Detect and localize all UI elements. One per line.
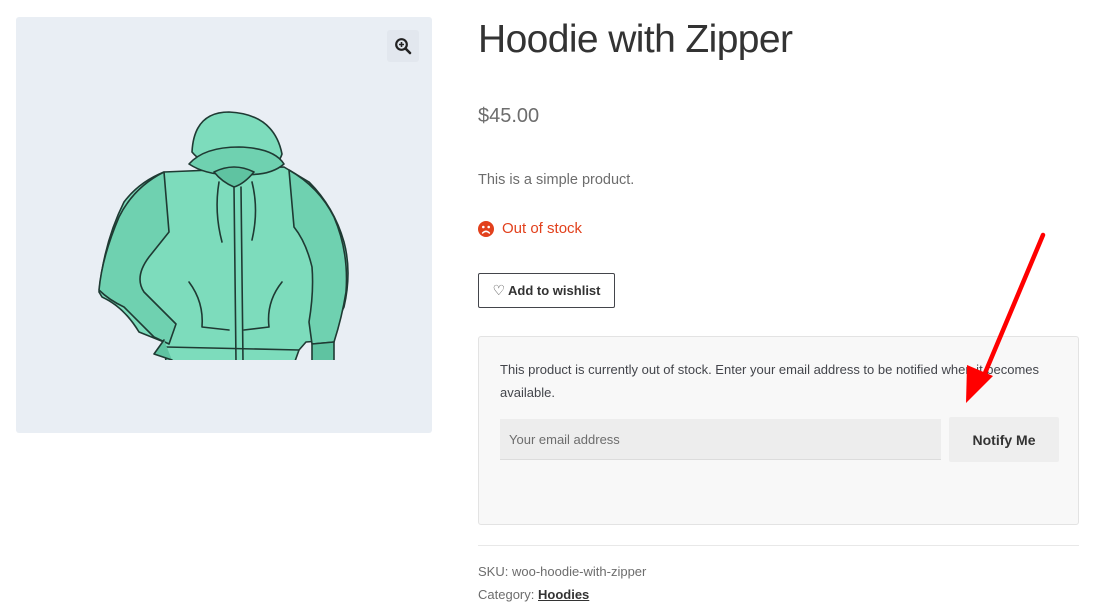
add-to-wishlist-button[interactable]: ♡ Add to wishlist	[478, 273, 615, 308]
stock-notification-form: This product is currently out of stock. …	[478, 336, 1079, 525]
wishlist-label: Add to wishlist	[508, 283, 601, 298]
product-title: Hoodie with Zipper	[478, 18, 793, 61]
meta-divider	[478, 545, 1079, 546]
stock-status-label: Out of stock	[502, 220, 583, 237]
email-field[interactable]	[500, 419, 941, 460]
product-description: This is a simple product.	[478, 172, 635, 188]
product-category: Category: Hoodies	[478, 587, 589, 602]
stock-status: Out of stock	[478, 220, 582, 237]
product-sku: SKU: woo-hoodie-with-zipper	[478, 564, 646, 579]
heart-outline-icon: ♡	[492, 282, 506, 298]
notify-me-button[interactable]: Notify Me	[949, 417, 1059, 462]
sku-value: woo-hoodie-with-zipper	[511, 564, 647, 579]
zoom-button[interactable]	[387, 30, 419, 62]
sku-label: SKU:	[478, 564, 509, 579]
notify-message: This product is currently out of stock. …	[500, 362, 1040, 400]
sad-face-icon	[478, 220, 494, 237]
zoom-in-icon	[395, 38, 412, 55]
category-link-hoodies[interactable]: Hoodies	[538, 587, 589, 602]
product-price: $45.00	[478, 105, 540, 127]
category-label: Category:	[478, 587, 535, 602]
product-gallery[interactable]	[16, 17, 432, 433]
product-image	[98, 111, 349, 360]
